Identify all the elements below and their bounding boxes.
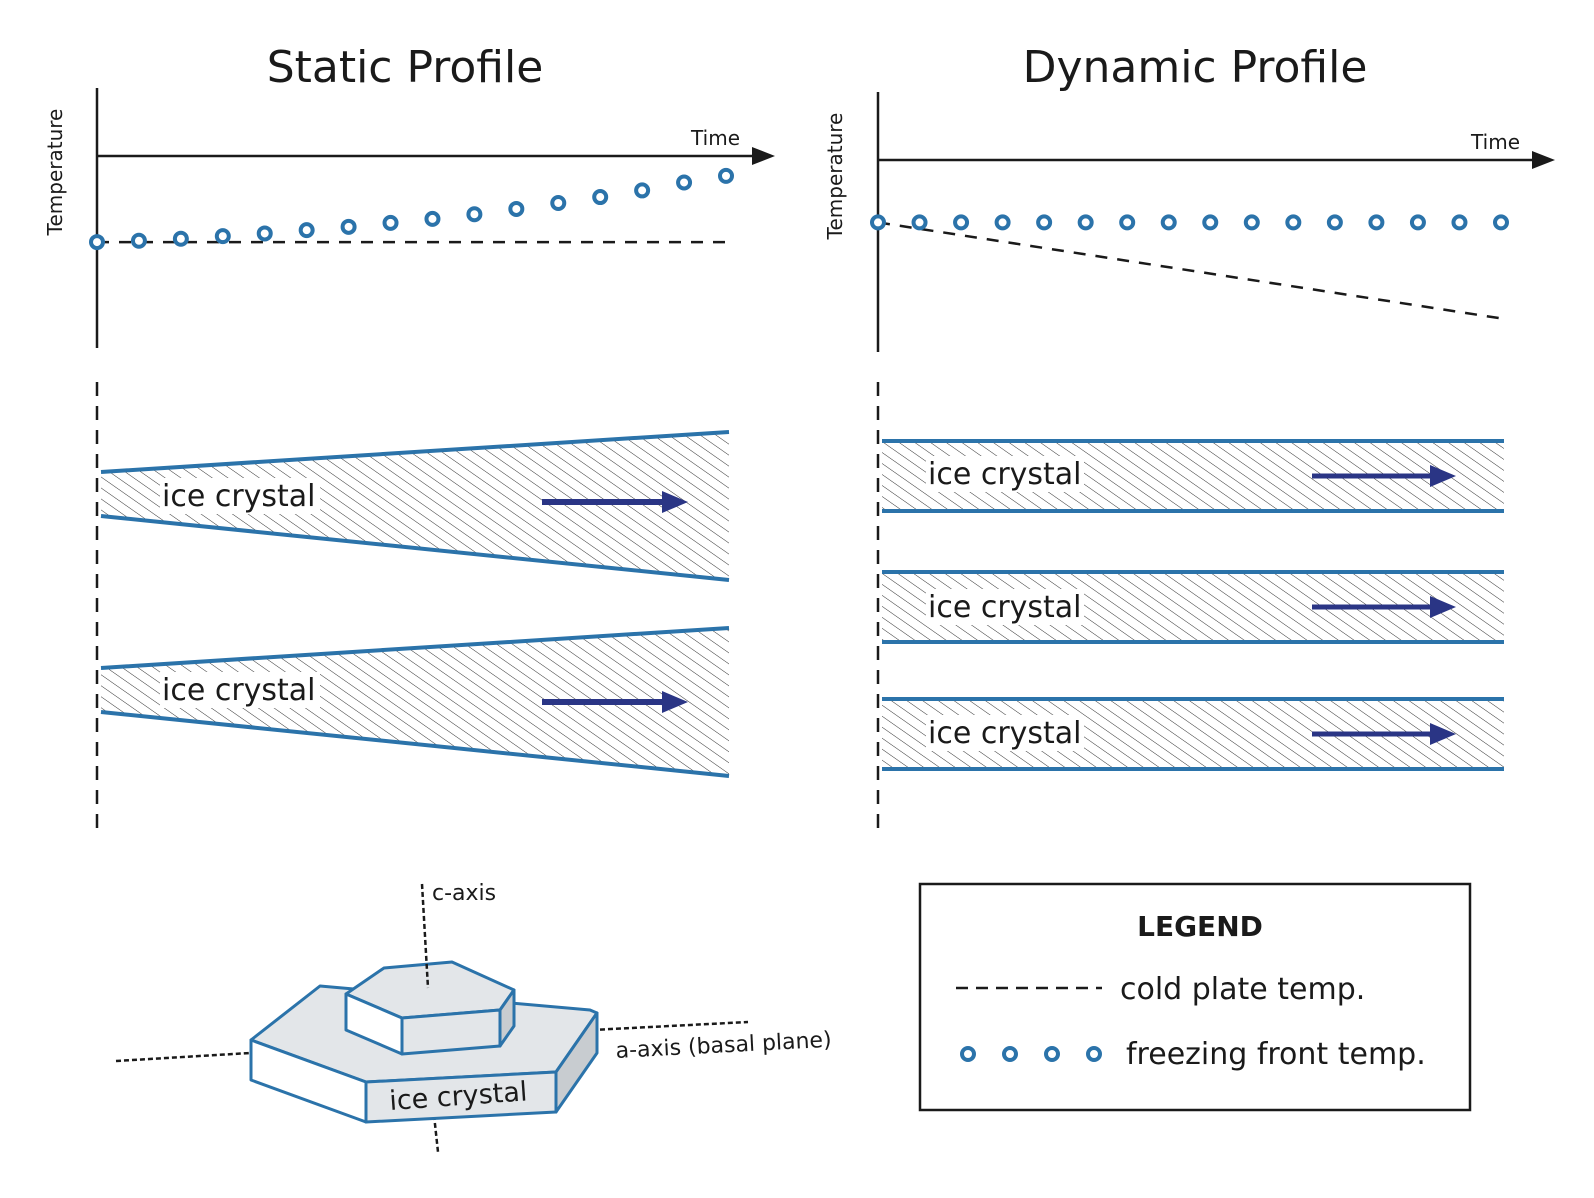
freezing-front-point — [1409, 214, 1426, 231]
legend-item-freezing-front: freezing front temp. — [1126, 1037, 1426, 1072]
legend-item-cold-plate: cold plate temp. — [1120, 972, 1365, 1007]
a-axis-left-line — [115, 1051, 251, 1063]
freezing-front-point — [994, 214, 1011, 231]
freezing-front-point — [1451, 214, 1468, 231]
freezing-front-point — [214, 228, 231, 245]
diagram-canvas: Static Profile Dynamic Profile Time Temp… — [43, 42, 1555, 1153]
crystal-label: ice crystal — [928, 590, 1082, 625]
dynamic-chart: Time Temperature — [823, 92, 1555, 352]
freezing-front-point — [1036, 214, 1053, 231]
dynamic-crystal-3: ice crystal — [882, 697, 1504, 771]
freezing-front-point — [1326, 214, 1343, 231]
crystal-label: ice crystal — [928, 716, 1082, 751]
freezing-front-point — [172, 230, 189, 247]
static-chart: Time Temperature — [43, 88, 775, 348]
dynamic-crystal-1: ice crystal — [882, 439, 1504, 513]
freezing-front-point — [256, 225, 273, 242]
freezing-front-point — [508, 200, 525, 217]
crystal-label: ice crystal — [928, 457, 1082, 492]
dynamic-x-axis-label: Time — [1470, 130, 1520, 154]
c-axis-label: c-axis — [432, 881, 496, 906]
freezing-front-point — [1493, 214, 1509, 231]
freezing-front-point — [676, 174, 693, 191]
dynamic-x-axis-arrowhead — [1532, 151, 1555, 169]
freezing-front-point — [634, 182, 651, 199]
top-hex-front-face — [400, 1008, 502, 1056]
static-crystal-1: ice crystal — [100, 430, 730, 582]
freezing-front-point — [1077, 214, 1094, 231]
legend-title: LEGEND — [1137, 910, 1263, 943]
freezing-front-point — [550, 195, 567, 212]
cold-plate-temp-line — [877, 221, 1502, 320]
freezing-front-point — [298, 222, 315, 239]
freezing-front-point — [1243, 214, 1260, 231]
freezing-front-point — [466, 206, 483, 223]
static-x-axis-arrowhead — [752, 147, 775, 165]
crystal-label: ice crystal — [162, 673, 316, 708]
static-crystal-2: ice crystal — [100, 626, 730, 778]
freezing-front-point — [1160, 214, 1177, 231]
freezing-front-point — [953, 214, 970, 231]
freezing-front-point — [1285, 214, 1302, 231]
dynamic-profile-title: Dynamic Profile — [1023, 42, 1368, 93]
a-axis-right-line — [591, 1020, 749, 1032]
freezing-front-point — [1202, 214, 1219, 231]
dynamic-y-axis-label: Temperature — [823, 113, 847, 241]
freezing-front-point — [340, 218, 357, 235]
freezing-front-point — [382, 214, 399, 231]
a-axis-label: a-axis (basal plane) — [615, 1028, 832, 1064]
freezing-front-point — [718, 167, 734, 184]
freezing-front-point — [1119, 214, 1136, 231]
freezing-front-point — [1368, 214, 1385, 231]
freezing-front-point — [424, 210, 441, 227]
dynamic-crystal-2: ice crystal — [882, 570, 1504, 644]
ice-crystal-3d: c-axis a-axis (basal plane) ice crystal — [115, 881, 832, 1153]
freezing-front-point — [130, 232, 147, 249]
c-axis-bottom-line — [432, 1114, 440, 1153]
static-profile-title: Static Profile — [267, 42, 544, 93]
static-x-axis-label: Time — [690, 126, 740, 150]
static-y-axis-label: Temperature — [43, 109, 67, 237]
freezing-front-point — [592, 189, 609, 206]
crystal-label: ice crystal — [162, 479, 316, 514]
freezing-front-point — [870, 214, 886, 231]
legend: LEGEND cold plate temp. freezing front t… — [918, 882, 1472, 1112]
freezing-front-point — [89, 234, 105, 251]
freezing-front-point — [911, 214, 928, 231]
